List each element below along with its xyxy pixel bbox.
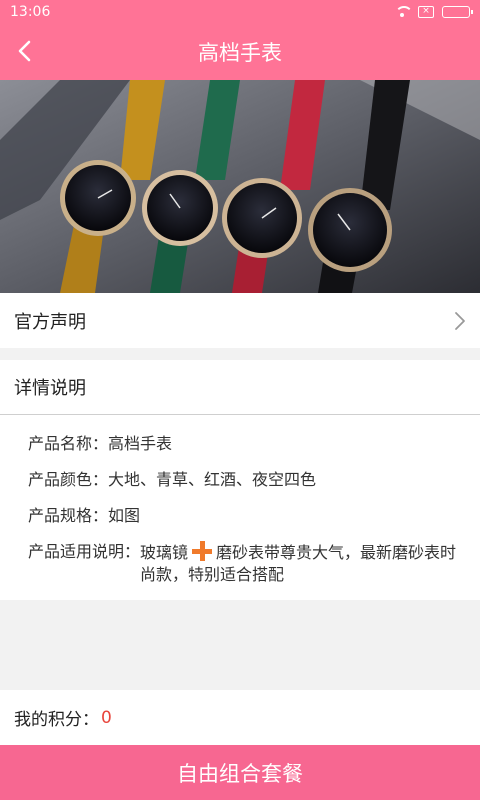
battery-icon [442,6,473,18]
product-image [0,80,480,293]
spec-key: 产品名称： [28,434,109,453]
details-header: 详情说明 [0,360,480,415]
chevron-right-icon [455,311,465,330]
my-points-row: 我的积分： 0 [0,690,480,745]
spec-key: 产品规格： [28,506,109,525]
spec-value-part1: 玻璃镜 [140,543,189,562]
watches-photo [0,80,480,293]
spec-value: 玻璃镜 磨砂表带尊贵大气，最新磨砂表时尚款，特别适合搭配 [140,541,466,586]
status-time: 13:06 [10,4,51,20]
spec-row-usage: 产品适用说明： 玻璃镜 磨砂表带尊贵大气，最新磨砂表时尚款，特别适合搭配 [28,541,466,586]
spec-row-color: 产品颜色： 大地、青草、红酒、夜空四色 [28,469,466,491]
details-section: 详情说明 产品名称： 高档手表 产品颜色： 大地、青草、红酒、夜空四色 产品规格… [0,360,480,600]
sim-icon: × [418,6,434,18]
status-bar: 13:06 × [0,0,480,24]
spec-row-size: 产品规格： 如图 [28,505,466,527]
spec-value: 如图 [108,506,141,525]
back-button[interactable] [14,40,36,62]
status-icons: × [394,6,473,18]
official-statement-label: 官方声明 [14,311,86,333]
spec-value: 高档手表 [108,434,173,453]
points-value: 0 [101,707,112,728]
spec-key: 产品适用说明： [28,542,141,561]
chevron-left-icon [18,40,31,62]
nav-bar: 高档手表 [0,24,480,80]
plus-icon [192,541,213,561]
spec-list: 产品名称： 高档手表 产品颜色： 大地、青草、红酒、夜空四色 产品规格： 如图 … [0,415,480,586]
spec-key: 产品颜色： [28,470,109,489]
points-label: 我的积分： [14,710,99,730]
official-statement-row[interactable]: 官方声明 [0,293,480,348]
spec-value: 大地、青草、红酒、夜空四色 [108,470,317,489]
wifi-icon [394,6,413,18]
page-title: 高档手表 [198,41,282,65]
combo-package-button[interactable]: 自由组合套餐 [0,745,480,800]
spec-row-name: 产品名称： 高档手表 [28,433,466,455]
